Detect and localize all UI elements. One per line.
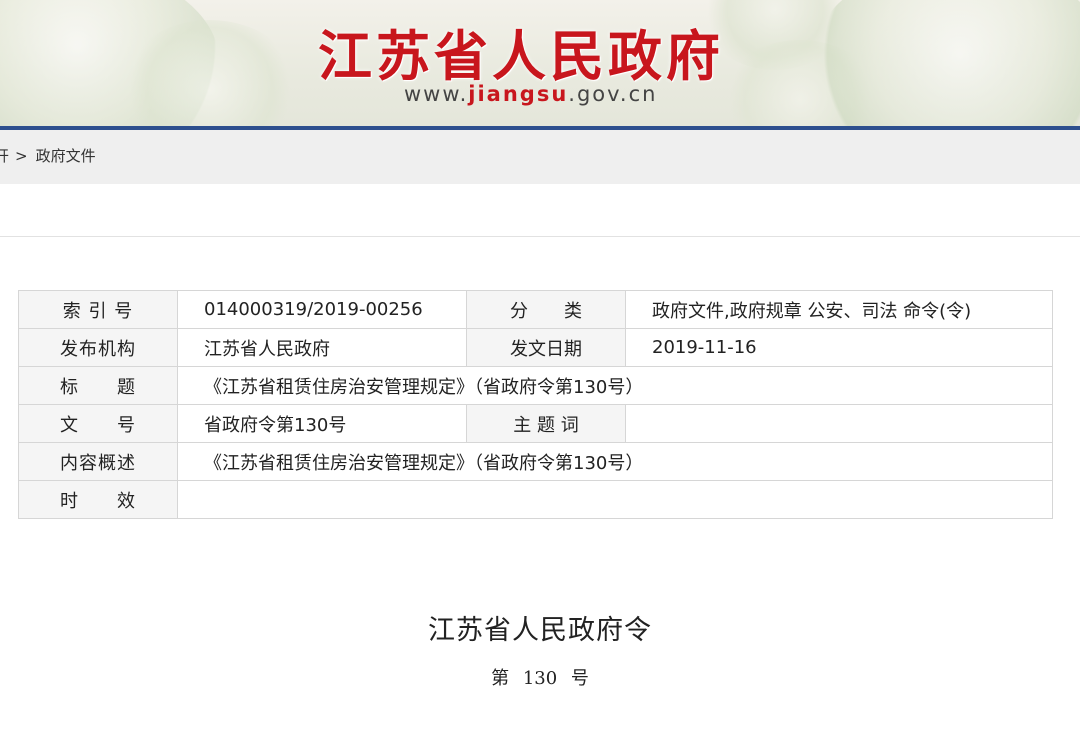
header-flower-decoration [810, 0, 1080, 128]
table-row: 内容概述 《江苏省租赁住房治安管理规定》（省政府令第130号） [18, 442, 1053, 481]
docno-label: 文 号 [18, 404, 178, 443]
document-number: 第 130 号 [491, 668, 589, 689]
validity-label: 时 效 [18, 480, 178, 519]
site-header: 江苏省人民政府 www.jiangsu.gov.cn [0, 0, 1080, 128]
date-label: 发文日期 [466, 328, 626, 367]
issuer-label: 发布机构 [18, 328, 178, 367]
keywords-value [625, 404, 1053, 443]
docno-value: 省政府令第130号 [177, 404, 467, 443]
content-divider [0, 236, 1080, 237]
summary-value: 《江苏省租赁住房治安管理规定》（省政府令第130号） [177, 442, 1053, 481]
issuer-value: 江苏省人民政府 [177, 328, 467, 367]
title-label: 标 题 [18, 366, 178, 405]
breadcrumb: 开 > 政府文件 [0, 130, 1080, 184]
category-value: 政府文件,政府规章 公安、司法 命令(令) [625, 290, 1053, 329]
table-row: 文 号 省政府令第130号 主 题 词 [18, 404, 1053, 443]
document-title: 江苏省人民政府令 [428, 615, 652, 646]
site-url-suffix: .gov.cn [568, 82, 658, 106]
table-row: 时 效 [18, 480, 1053, 519]
category-label: 分 类 [466, 290, 626, 329]
site-url: www.jiangsu.gov.cn [404, 82, 657, 106]
breadcrumb-item-previous[interactable]: 开 [0, 130, 9, 182]
index-value: 014000319/2019-00256 [177, 290, 467, 329]
document-meta-table: 索 引 号 014000319/2019-00256 分 类 政府文件,政府规章… [18, 290, 1053, 519]
site-url-prefix: www. [404, 82, 469, 106]
site-logo-title[interactable]: 江苏省人民政府 [318, 12, 724, 91]
breadcrumb-item-current[interactable]: 政府文件 [36, 130, 96, 182]
table-row: 索 引 号 014000319/2019-00256 分 类 政府文件,政府规章… [18, 290, 1053, 329]
title-value: 《江苏省租赁住房治安管理规定》（省政府令第130号） [177, 366, 1053, 405]
site-url-domain: jiangsu [468, 82, 569, 106]
summary-label: 内容概述 [18, 442, 178, 481]
breadcrumb-separator: > [15, 147, 28, 165]
index-label: 索 引 号 [18, 290, 178, 329]
validity-value [177, 480, 1053, 519]
table-row: 发布机构 江苏省人民政府 发文日期 2019-11-16 [18, 328, 1053, 367]
keywords-label: 主 题 词 [466, 404, 626, 443]
date-value: 2019-11-16 [625, 328, 1053, 367]
table-row: 标 题 《江苏省租赁住房治安管理规定》（省政府令第130号） [18, 366, 1053, 405]
